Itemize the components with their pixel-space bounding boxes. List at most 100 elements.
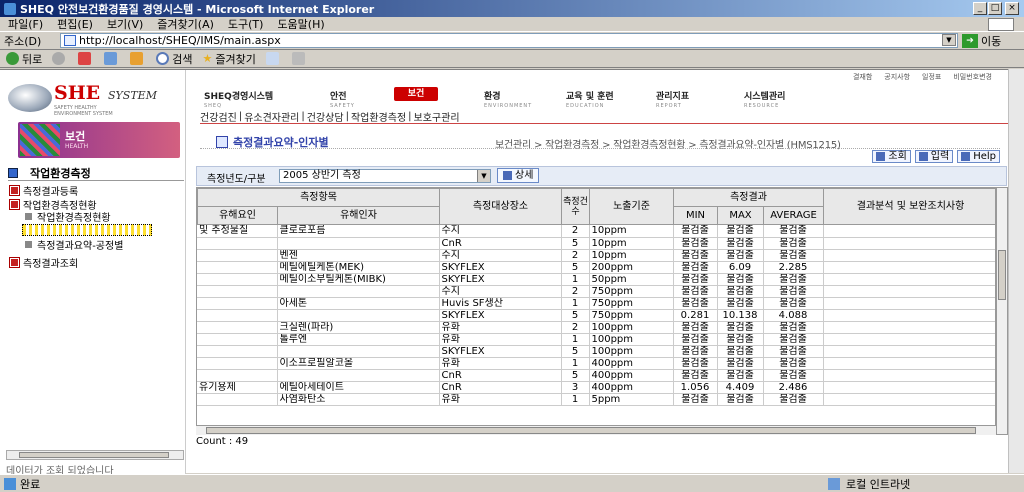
link-notice[interactable]: 공지사항 (884, 72, 910, 82)
back-button[interactable]: 뒤로 (6, 51, 42, 67)
menu-file[interactable]: 파일(F) (8, 16, 43, 32)
tree-node-selected[interactable] (22, 224, 152, 236)
tree-node-result-query[interactable]: 측정결과조회 (9, 256, 78, 270)
subnav-findings[interactable]: 유소견자관리 (244, 109, 299, 124)
cell-p: CnR (439, 381, 562, 394)
minimize-button[interactable]: _ (973, 2, 987, 15)
input-button[interactable]: 입력 (914, 150, 954, 163)
nav-sheq[interactable]: SHEQ경영시스템 SHEQ (204, 89, 273, 109)
table-row[interactable]: 수지 2 750ppm 불검출 불검출 불검출 (197, 285, 995, 298)
table-row[interactable]: 유기용제 에틸아세테이트 CnR 3 400ppm 1.056 4.409 2.486 (197, 381, 995, 394)
home-button[interactable] (130, 52, 146, 65)
cell-mn: 불검출 (673, 285, 718, 298)
link-approval[interactable]: 결재함 (853, 72, 872, 82)
table-row[interactable]: CnR 5 400ppm 불검출 불검출 불검출 (197, 369, 995, 382)
address-input[interactable]: http://localhost/SHEQ/IMS/main.aspx (60, 33, 958, 48)
menu-view[interactable]: 보기(V) (107, 16, 143, 32)
print-button[interactable] (291, 52, 308, 65)
tree-node-status-child[interactable]: 작업환경측정현황 (24, 210, 111, 224)
mail-button[interactable] (265, 52, 282, 65)
table-row[interactable]: 이소프로필알코올 유화 1 400ppm 불검출 불검출 불검출 (197, 357, 995, 370)
query-button[interactable]: 조회 (872, 150, 911, 163)
grid-horizontal-scrollbar[interactable] (196, 425, 996, 435)
menu-help[interactable]: 도움말(H) (277, 16, 324, 32)
scroll-thumb[interactable] (998, 250, 1006, 300)
favorites-button[interactable]: ★ 즐겨찾기 (203, 51, 256, 67)
go-label: 이동 (981, 35, 1002, 48)
print-icon (291, 52, 305, 65)
scroll-thumb[interactable] (19, 452, 169, 458)
link-password[interactable]: 비밀번호변경 (953, 72, 992, 82)
cell-mx: 불검출 (717, 333, 764, 346)
cell-n: 1 (561, 357, 590, 370)
sub-navigation: 건강검진 | 유소견자관리 | 건강상담 | 작업환경측정 | 보호구관리 (200, 110, 1008, 124)
table-row[interactable]: SKYFLEX 5 100ppm 불검출 불검출 불검출 (197, 345, 995, 358)
tree-node-icon (9, 257, 20, 268)
subnav-consult[interactable]: 건강상담 (307, 109, 344, 124)
help-button[interactable]: Help (957, 150, 1000, 163)
ie-page-icon (4, 477, 16, 490)
search-icon (156, 52, 170, 65)
nav-environment[interactable]: 환경 ENVIRONMENT (484, 89, 532, 109)
result-grid: 측정항목 측정대상장소 측정건수 노출기준 측정결과 결과분석 및 보완조치사항… (196, 187, 996, 435)
menu-tools[interactable]: 도구(T) (228, 16, 264, 32)
menu-edit[interactable]: 편집(E) (57, 16, 93, 32)
address-bar: 주소(D) http://localhost/SHEQ/IMS/main.asp… (0, 32, 1024, 50)
cell-e: 10ppm (589, 225, 674, 238)
nav-health-active[interactable]: 보건 (394, 87, 438, 101)
detail-button[interactable]: 상세 (497, 168, 540, 183)
cell-e: 100ppm (589, 345, 674, 358)
cell-mn: 불검출 (673, 249, 718, 262)
cell-mn: 불검출 (673, 357, 718, 370)
table-row[interactable]: 아세톤 Huvis SF생산 1 750ppm 불검출 불검출 불검출 (197, 297, 995, 310)
top-navigation: 결재함 공지사항 일정표 비밀번호변경 SHEQ경영시스템 SHEQ 안전 SAFE… (200, 70, 1008, 124)
address-label: 주소(D) (4, 34, 42, 48)
table-row[interactable]: 벤젠 수지 2 10ppm 불검출 불검출 불검출 (197, 249, 995, 262)
search-button[interactable]: 검색 (156, 51, 193, 67)
table-row[interactable]: SKYFLEX 5 750ppm 0.281 10.138 4.088 (197, 309, 995, 322)
tree-folder-icon (8, 167, 18, 178)
close-button[interactable]: × (1005, 2, 1019, 15)
maximize-button[interactable]: □ (988, 2, 1002, 15)
refresh-button[interactable] (104, 52, 120, 65)
cell-note (823, 237, 995, 250)
tree-node-result-register[interactable]: 측정결과등록 (9, 184, 78, 198)
go-button[interactable]: ➔ 이동 (962, 33, 1001, 49)
table-row[interactable]: 크실렌(파라) 유화 2 100ppm 불검출 불검출 불검출 (197, 321, 995, 334)
cell-av: 불검출 (763, 273, 824, 286)
subnav-checkup[interactable]: 건강검진 (200, 109, 237, 124)
cell-av: 불검출 (763, 285, 824, 298)
stop-button[interactable] (78, 52, 94, 65)
subnav-protective[interactable]: 보호구관리 (414, 109, 460, 124)
cell-f (197, 393, 278, 406)
address-dropdown-button[interactable]: ▼ (942, 34, 956, 46)
subnav-measurement[interactable]: 작업환경측정 (351, 109, 406, 124)
table-row[interactable]: CnR 5 10ppm 불검출 불검출 불검출 (197, 237, 995, 250)
nav-system[interactable]: 시스템관리 RESOURCE (744, 89, 785, 109)
grid-vertical-scrollbar[interactable] (996, 187, 1008, 435)
cell-n: 5 (561, 237, 590, 250)
link-schedule[interactable]: 일정표 (922, 72, 941, 82)
cell-mn: 불검출 (673, 321, 718, 334)
nav-safety[interactable]: 안전 SAFETY (330, 89, 355, 109)
header-standard: 노출기준 (589, 188, 674, 225)
menu-favorites[interactable]: 즐겨찾기(A) (157, 16, 214, 32)
page-vertical-scrollbar[interactable] (1008, 69, 1024, 473)
cell-mn: 불검출 (673, 237, 718, 250)
period-select[interactable]: 2005 상반기 측정 ▼ (279, 169, 491, 183)
forward-button[interactable] (52, 52, 68, 65)
table-row[interactable]: 및 추정물질 클로로포름 수지 2 10ppm 불검출 불검출 불검출 (197, 225, 995, 238)
left-horizontal-scrollbar[interactable] (6, 450, 184, 460)
cell-f: 및 추정물질 (197, 225, 278, 238)
table-row[interactable]: 톨루엔 유화 1 100ppm 불검출 불검출 불검출 (197, 333, 995, 346)
nav-report[interactable]: 관리지표 REPORT (656, 89, 689, 109)
cell-h: 톨루엔 (277, 333, 440, 346)
scroll-thumb[interactable] (206, 427, 976, 434)
tree-node-summary-process[interactable]: 측정결과요약-공정별 (24, 238, 123, 252)
page-icon (64, 35, 76, 46)
table-row[interactable]: 사염화탄소 유화 1 5ppm 불검출 불검출 불검출 (197, 393, 995, 406)
cell-note (823, 321, 995, 334)
table-row[interactable]: 메틸에틸케톤(MEK) SKYFLEX 5 200ppm 불검출 6.09 2.285 (197, 261, 995, 274)
nav-education[interactable]: 교육 및 훈련 EDUCATION (566, 89, 614, 109)
table-row[interactable]: 메틸이소부틸케톤(MIBK) SKYFLEX 1 50ppm 불검출 불검출 불검출 (197, 273, 995, 286)
